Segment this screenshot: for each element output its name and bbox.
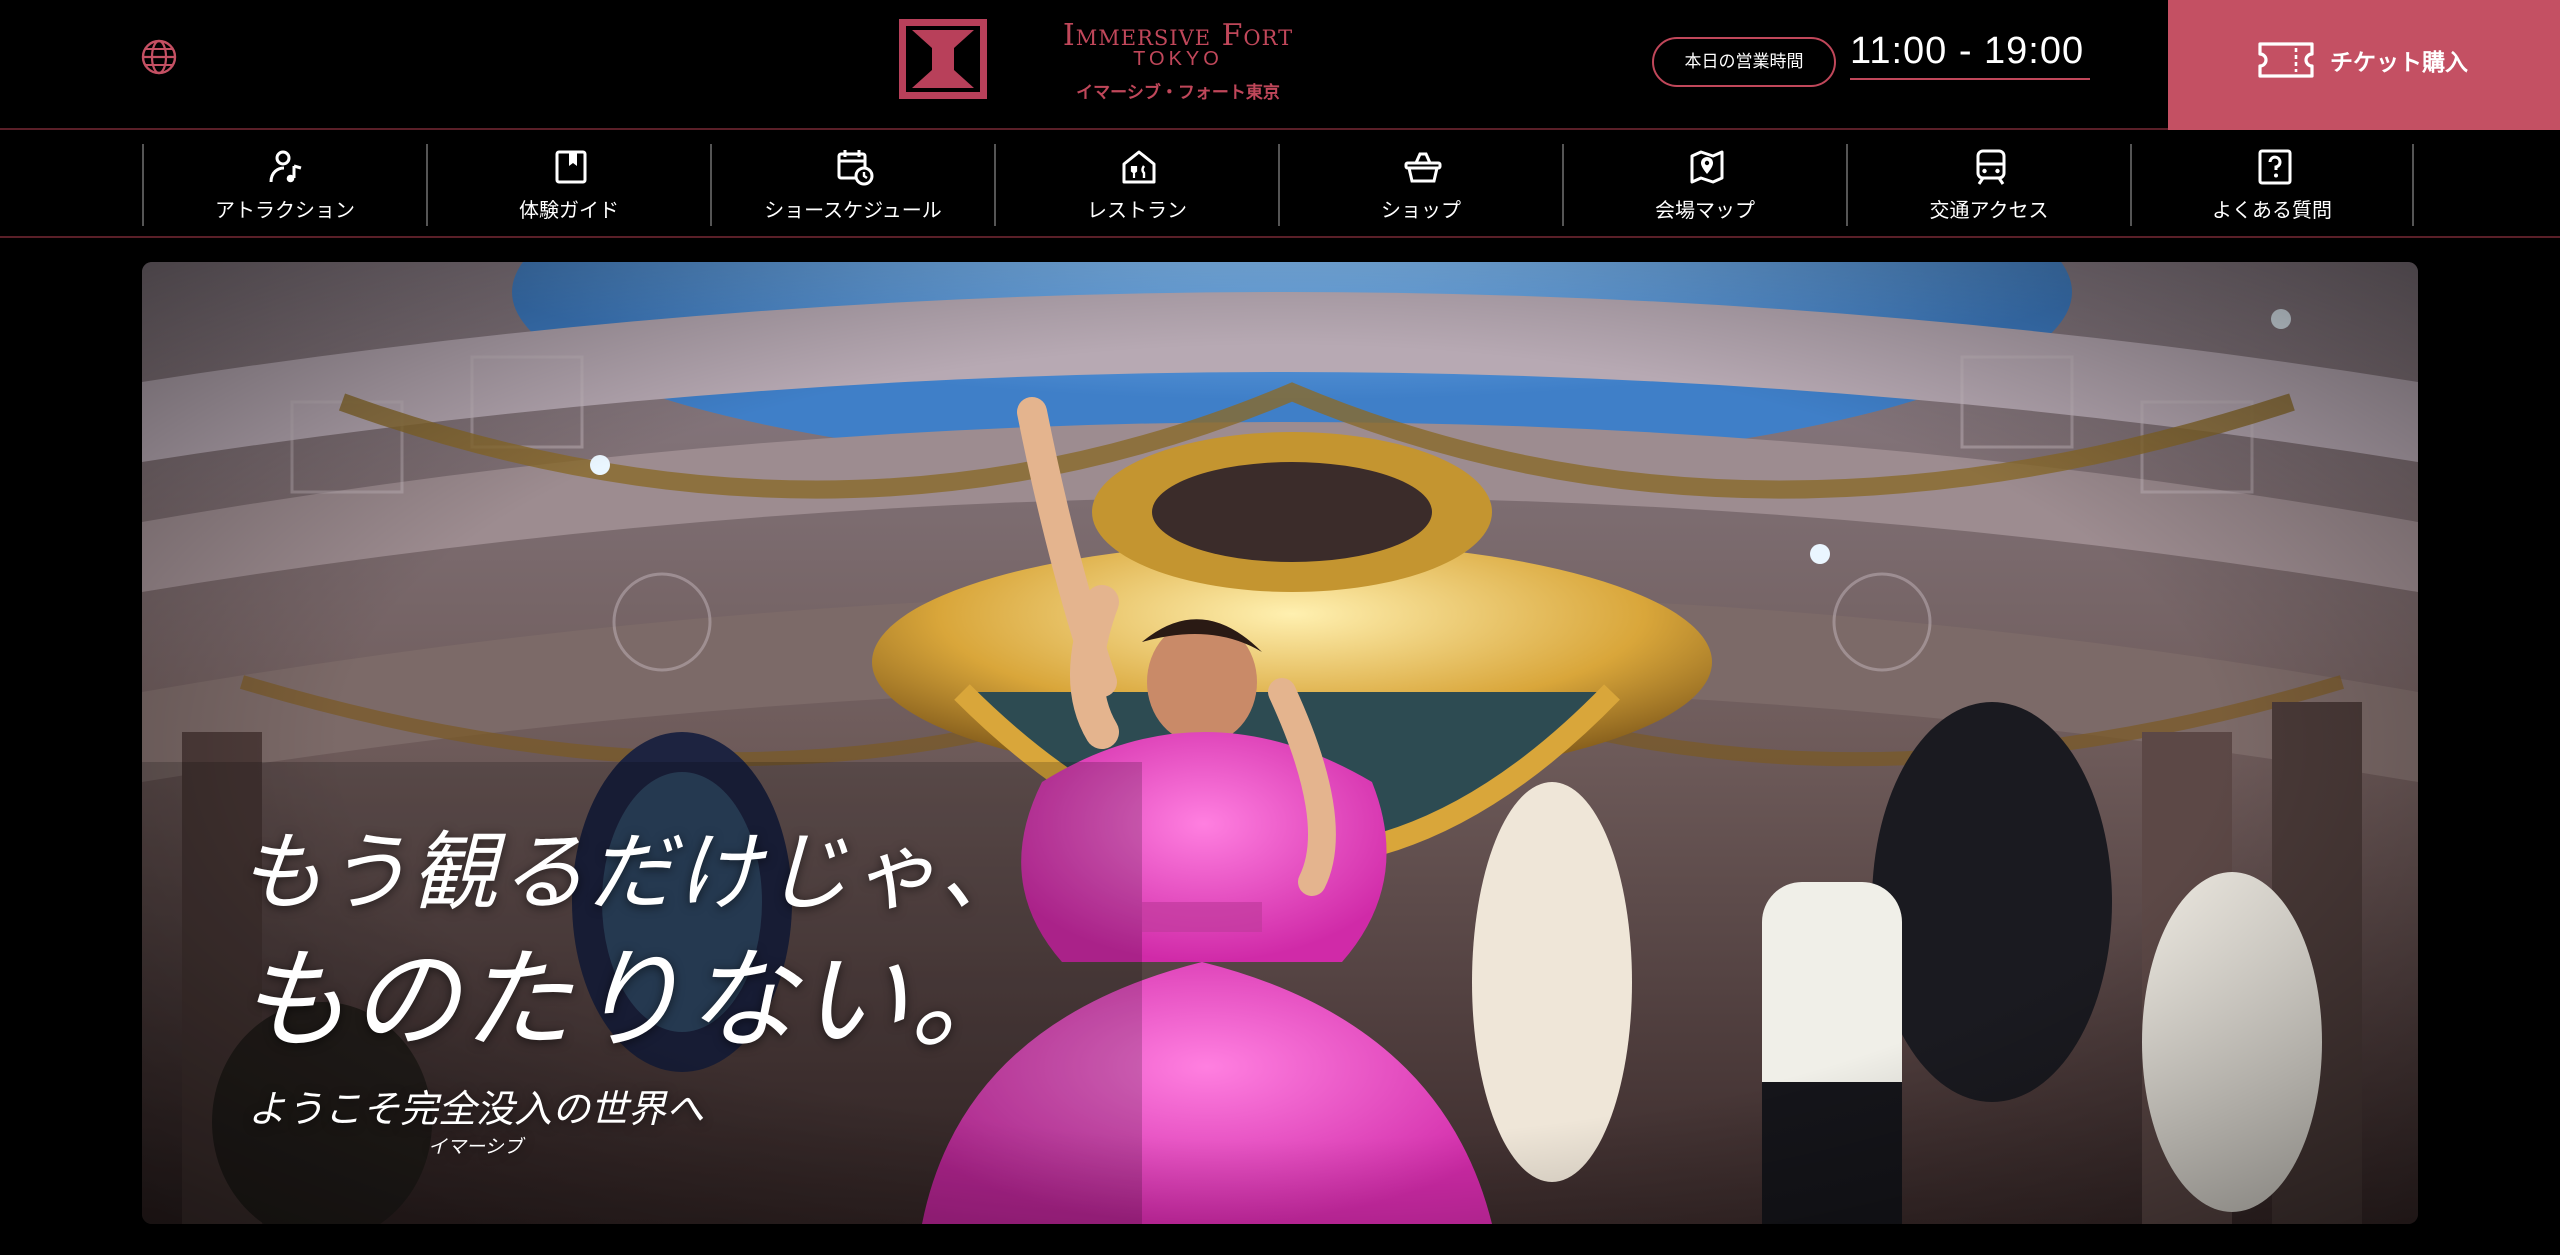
book-icon [555, 150, 587, 184]
calendar-clock-icon [837, 150, 874, 186]
question-icon [2258, 149, 2292, 185]
nav-label-faq: よくある質問 [2212, 198, 2332, 222]
nav-label-map: 会場マップ [1655, 198, 1755, 222]
nav-item-access[interactable]: 交通アクセス [1846, 144, 2130, 226]
site-logo[interactable]: Immersive Fort TOKYO イマーシブ・フォート東京 [898, 18, 1338, 104]
nav-item-map[interactable]: 会場マップ [1562, 144, 1846, 226]
basket-icon [1404, 152, 1442, 183]
nav-label-schedule: ショースケジュール [764, 198, 942, 222]
person-music-icon [269, 150, 302, 183]
nav-item-restaurant[interactable]: レストラン [994, 144, 1278, 226]
nav-item-shop[interactable]: ショップ [1278, 144, 1562, 226]
nav-label-attractions: アトラクション [215, 198, 355, 222]
restaurant-icon [1122, 150, 1156, 184]
train-icon [1976, 149, 2006, 185]
hours-label-badge: 本日の営業時間 [1652, 37, 1836, 87]
logo-city: TOKYO [1133, 48, 1223, 70]
hero-ruby-text: イマーシブ [428, 1136, 523, 1158]
nav-item-schedule[interactable]: ショースケジュール [710, 144, 994, 226]
hours-value: 11:00 - 19:00 [1850, 30, 2090, 80]
ticket-purchase-button[interactable]: チケット購入 [2168, 0, 2560, 130]
map-pin-icon [1690, 150, 1724, 184]
nav-item-faq[interactable]: よくある質問 [2130, 144, 2414, 226]
hero-headline-line2: ものたりない。 [238, 936, 1022, 1064]
nav-item-attractions[interactable]: アトラクション [142, 144, 426, 226]
nav-item-guide[interactable]: 体験ガイド [426, 144, 710, 226]
nav-label-access: 交通アクセス [1929, 198, 2049, 222]
globe-icon[interactable] [140, 38, 178, 76]
logo-name-ja: イマーシブ・フォート東京 [1076, 83, 1280, 103]
hero-subline: ようこそ完全没入の世界へ [248, 1087, 705, 1131]
main-nav: アトラクション 体験ガイド ショースケジュール レストラン ショップ 会場マップ… [0, 132, 2560, 238]
site-header: Immersive Fort TOKYO イマーシブ・フォート東京 本日の営業時… [0, 0, 2560, 130]
nav-label-restaurant: レストラン [1087, 198, 1187, 222]
ticket-icon [2258, 42, 2314, 78]
nav-label-guide: 体験ガイド [519, 198, 619, 222]
logo-mark-icon [899, 19, 987, 99]
hero-headline-line1: もう観るだけじゃ、 [238, 823, 1028, 923]
nav-label-shop: ショップ [1381, 198, 1461, 222]
ticket-purchase-label: チケット購入 [2330, 50, 2468, 76]
hero-banner: もう観るだけじゃ、 ものたりない。 ようこそ完全没入の世界へ イマーシブ [142, 262, 2418, 1224]
